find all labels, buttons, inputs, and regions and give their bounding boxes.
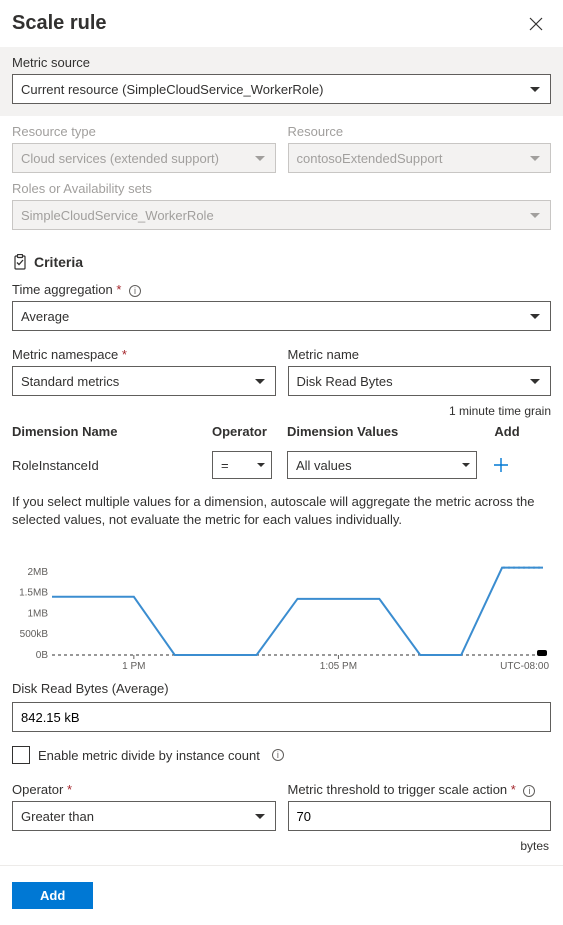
dimension-values-select[interactable]: All values: [287, 451, 477, 479]
metric-readout-label: Disk Read Bytes (Average): [0, 679, 563, 698]
divide-by-instance-checkbox[interactable]: [12, 746, 30, 764]
resource-select: contosoExtendedSupport: [288, 143, 552, 173]
threshold-input[interactable]: [288, 801, 552, 831]
dimension-name: RoleInstanceId: [12, 458, 212, 473]
dimension-operator-select[interactable]: =: [212, 451, 272, 479]
dimension-note: If you select multiple values for a dime…: [0, 487, 563, 537]
col-dimension-values: Dimension Values: [287, 424, 487, 439]
resource-type-value: Cloud services (extended support): [21, 151, 219, 166]
operator-label: Operator *: [12, 782, 276, 797]
svg-text:0B: 0B: [36, 650, 49, 661]
info-icon[interactable]: i: [523, 785, 535, 797]
metric-ns-select[interactable]: Standard metrics: [12, 366, 276, 396]
metric-name-value: Disk Read Bytes: [297, 374, 393, 389]
resource-type-select: Cloud services (extended support): [12, 143, 276, 173]
add-dimension-button[interactable]: [487, 451, 515, 479]
metric-chart: 0B 500kB 1MB 1.5MB 2MB 1 PM 1:05 PM UTC-08:00: [12, 545, 551, 675]
resource-type-label: Resource type: [12, 124, 276, 139]
svg-text:UTC-08:00: UTC-08:00: [500, 661, 549, 672]
roles-value: SimpleCloudService_WorkerRole: [21, 208, 214, 223]
col-operator: Operator: [212, 424, 287, 439]
roles-select: SimpleCloudService_WorkerRole: [12, 200, 551, 230]
roles-label: Roles or Availability sets: [12, 181, 551, 196]
operator-select[interactable]: Greater than: [12, 801, 276, 831]
col-dimension-name: Dimension Name: [12, 424, 212, 439]
metric-source-select[interactable]: Current resource (SimpleCloudService_Wor…: [12, 74, 551, 104]
metric-ns-label: Metric namespace *: [12, 347, 276, 362]
metric-source-value: Current resource (SimpleCloudService_Wor…: [21, 82, 323, 97]
time-agg-select[interactable]: Average: [12, 301, 551, 331]
add-button[interactable]: Add: [12, 882, 93, 909]
threshold-label: Metric threshold to trigger scale action…: [288, 782, 552, 797]
divider: [0, 865, 563, 866]
close-icon: [529, 17, 543, 31]
criteria-heading: Criteria: [34, 254, 83, 270]
info-icon[interactable]: i: [272, 749, 284, 761]
threshold-unit: bytes: [0, 839, 563, 859]
divide-by-instance-label: Enable metric divide by instance count: [38, 748, 260, 763]
time-grain-text: 1 minute time grain: [0, 404, 563, 420]
time-agg-label: Time aggregation * i: [12, 282, 551, 297]
time-agg-value: Average: [21, 309, 69, 324]
close-button[interactable]: [525, 13, 547, 35]
metric-name-label: Metric name: [288, 347, 552, 362]
resource-value: contosoExtendedSupport: [297, 151, 443, 166]
svg-text:1.5MB: 1.5MB: [19, 588, 48, 599]
dimension-row: RoleInstanceId = All values: [0, 443, 563, 487]
resource-label: Resource: [288, 124, 552, 139]
col-add: Add: [487, 424, 527, 439]
clipboard-check-icon: [12, 254, 28, 270]
metric-source-label: Metric source: [12, 55, 551, 70]
operator-value: Greater than: [21, 809, 94, 824]
svg-text:1:05 PM: 1:05 PM: [320, 661, 357, 672]
plus-icon: [493, 457, 509, 473]
svg-text:1 PM: 1 PM: [122, 661, 145, 672]
svg-text:500kB: 500kB: [20, 630, 49, 641]
svg-text:2MB: 2MB: [27, 567, 48, 578]
metric-name-select[interactable]: Disk Read Bytes: [288, 366, 552, 396]
info-icon[interactable]: i: [129, 285, 141, 297]
metric-ns-value: Standard metrics: [21, 374, 119, 389]
svg-text:1MB: 1MB: [27, 609, 48, 620]
metric-readout-value[interactable]: [12, 702, 551, 732]
panel-title: Scale rule: [12, 12, 107, 35]
